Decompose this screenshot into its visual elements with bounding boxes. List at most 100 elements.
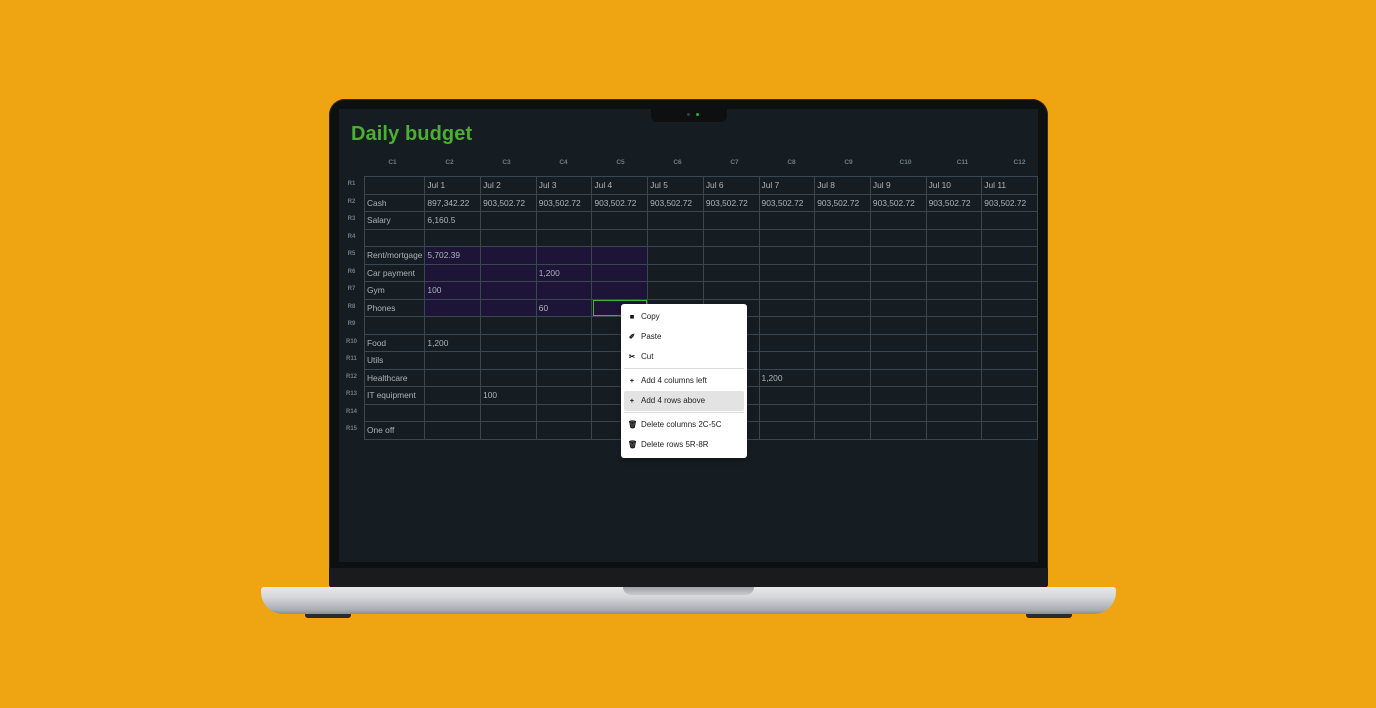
- grid-cell[interactable]: Food: [363, 333, 426, 352]
- grid-cell[interactable]: [814, 421, 871, 440]
- column-header-c9[interactable]: C9: [820, 159, 877, 166]
- grid-cell[interactable]: 897,342.22: [424, 193, 482, 212]
- grid-cell[interactable]: [758, 333, 816, 352]
- column-header-c4[interactable]: C4: [535, 159, 592, 166]
- grid-cell[interactable]: [814, 211, 871, 230]
- grid-cell[interactable]: [869, 333, 927, 352]
- menu-item-delete-columns-2c-5c[interactable]: 🗑 Delete columns 2C-5C: [624, 415, 744, 435]
- grid-cell[interactable]: 903,502.72: [591, 193, 649, 212]
- grid-cell[interactable]: [758, 246, 816, 265]
- grid-cell[interactable]: [869, 351, 927, 370]
- grid-cell[interactable]: [981, 298, 1038, 317]
- grid-cell[interactable]: Car payment: [363, 263, 426, 282]
- grid-cell[interactable]: [925, 281, 983, 300]
- column-header-c8[interactable]: C8: [763, 159, 820, 166]
- grid-cell[interactable]: 1,200: [758, 368, 816, 387]
- grid-cell[interactable]: [480, 263, 537, 282]
- grid-cell[interactable]: [758, 263, 816, 282]
- grid-cell[interactable]: [758, 228, 816, 247]
- grid-cell[interactable]: [480, 333, 537, 352]
- column-header-c7[interactable]: C7: [706, 159, 763, 166]
- row-header-r2[interactable]: R2: [339, 199, 364, 205]
- grid-cell[interactable]: Jul 11: [981, 176, 1038, 195]
- grid-cell[interactable]: [814, 228, 871, 247]
- grid-cell[interactable]: [480, 211, 537, 230]
- grid-cell[interactable]: [480, 421, 537, 440]
- grid-cell[interactable]: [925, 211, 983, 230]
- grid-cell[interactable]: [981, 351, 1038, 370]
- grid-cell[interactable]: [869, 316, 927, 335]
- grid-cell[interactable]: [535, 211, 593, 230]
- grid-cell[interactable]: [869, 263, 927, 282]
- grid-cell[interactable]: [363, 228, 426, 247]
- grid-cell[interactable]: [814, 333, 871, 352]
- row-header-r7[interactable]: R7: [339, 286, 364, 292]
- grid-cell[interactable]: [424, 351, 482, 370]
- grid-cell[interactable]: Jul 8: [814, 176, 871, 195]
- grid-cell[interactable]: [814, 281, 871, 300]
- grid-cell[interactable]: [758, 316, 816, 335]
- grid-cell[interactable]: [758, 403, 816, 422]
- grid-cell[interactable]: Rent/mortgage: [363, 246, 426, 265]
- grid-cell[interactable]: [869, 211, 927, 230]
- column-header-c5[interactable]: C5: [592, 159, 649, 166]
- grid-cell[interactable]: [869, 368, 927, 387]
- grid-cell[interactable]: [814, 246, 871, 265]
- grid-cell[interactable]: [869, 403, 927, 422]
- grid-cell[interactable]: [591, 246, 649, 265]
- grid-cell[interactable]: [363, 403, 426, 422]
- grid-cell[interactable]: 903,502.72: [869, 193, 927, 212]
- grid-cell[interactable]: [758, 386, 816, 405]
- grid-cell[interactable]: [981, 316, 1038, 335]
- grid-cell[interactable]: [535, 351, 593, 370]
- grid-cell[interactable]: Phones: [363, 298, 426, 317]
- grid-cell[interactable]: [814, 263, 871, 282]
- grid-cell[interactable]: 903,502.72: [535, 193, 593, 212]
- grid-cell[interactable]: [981, 263, 1038, 282]
- grid-cell[interactable]: [925, 403, 983, 422]
- grid-cell[interactable]: [535, 333, 593, 352]
- grid-cell[interactable]: [925, 228, 983, 247]
- grid-cell[interactable]: [647, 211, 704, 230]
- grid-cell[interactable]: [702, 211, 760, 230]
- grid-cell[interactable]: [647, 246, 704, 265]
- grid-cell[interactable]: Jul 10: [925, 176, 983, 195]
- menu-item-add-4-rows-above[interactable]: + Add 4 rows above: [624, 391, 744, 411]
- grid-cell[interactable]: [480, 351, 537, 370]
- row-header-r5[interactable]: R5: [339, 251, 364, 257]
- grid-cell[interactable]: [424, 263, 482, 282]
- column-header-c1[interactable]: C1: [364, 159, 421, 166]
- grid-cell[interactable]: [981, 281, 1038, 300]
- menu-item-paste[interactable]: ✐ Paste: [624, 327, 744, 347]
- grid-cell[interactable]: [424, 228, 482, 247]
- grid-cell[interactable]: [925, 246, 983, 265]
- grid-cell[interactable]: [535, 403, 593, 422]
- grid-cell[interactable]: 903,502.72: [814, 193, 871, 212]
- column-header-c10[interactable]: C10: [877, 159, 934, 166]
- grid-cell[interactable]: [925, 316, 983, 335]
- grid-cell[interactable]: [424, 368, 482, 387]
- grid-cell[interactable]: [869, 228, 927, 247]
- grid-cell[interactable]: [925, 333, 983, 352]
- grid-cell[interactable]: [981, 246, 1038, 265]
- grid-cell[interactable]: [591, 228, 649, 247]
- grid-cell[interactable]: [647, 263, 704, 282]
- grid-cell[interactable]: 1,200: [535, 263, 593, 282]
- grid-cell[interactable]: [925, 368, 983, 387]
- grid-cell[interactable]: 903,502.72: [702, 193, 760, 212]
- grid-cell[interactable]: 60: [535, 298, 593, 317]
- grid-cell[interactable]: 6,160.5: [424, 211, 482, 230]
- grid-cell[interactable]: [647, 228, 704, 247]
- grid-cell[interactable]: [981, 386, 1038, 405]
- grid-cell[interactable]: [925, 386, 983, 405]
- row-header-r9[interactable]: R9: [339, 321, 364, 327]
- row-header-r10[interactable]: R10: [339, 339, 364, 345]
- grid-cell[interactable]: [925, 298, 983, 317]
- grid-cell[interactable]: [480, 316, 537, 335]
- grid-cell[interactable]: One off: [363, 421, 426, 440]
- grid-cell[interactable]: [591, 211, 649, 230]
- grid-cell[interactable]: Jul 5: [647, 176, 704, 195]
- grid-cell[interactable]: [535, 281, 593, 300]
- grid-cell[interactable]: [702, 246, 760, 265]
- grid-cell[interactable]: [535, 316, 593, 335]
